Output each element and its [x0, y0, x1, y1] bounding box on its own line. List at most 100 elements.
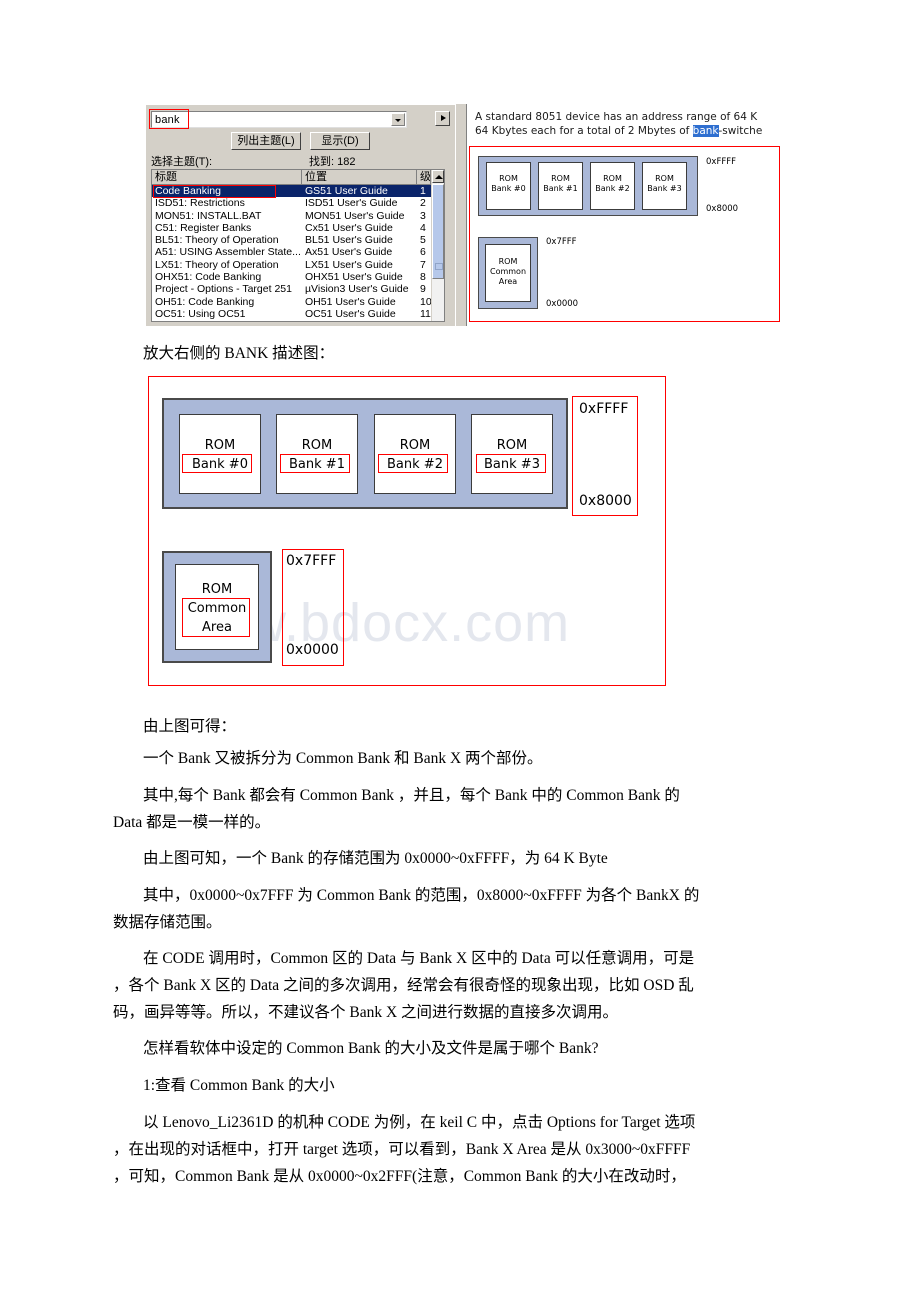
row-location: GS51 User Guide [305, 185, 388, 197]
row-location: OC51 User's Guide [305, 307, 396, 320]
select-topic-label: 选择主题(T): [151, 156, 213, 168]
display-label: 显示(D) [321, 135, 359, 147]
mini-rom-bank-3: ROM Bank #3 [642, 162, 687, 210]
mini-rom-bank-0: ROM Bank #0 [486, 162, 531, 210]
display-button[interactable]: 显示(D) [310, 132, 370, 150]
rom-bank-2-line1: ROM [399, 438, 431, 453]
rom-common: ROM Common Area [175, 564, 259, 650]
scroll-up-icon[interactable] [432, 170, 444, 183]
chevron-down-icon[interactable] [391, 113, 405, 126]
paragraph-3-line-1: 其中,每个 Bank 都会有 Common Bank ，并且，每个 Bank 中… [143, 787, 680, 804]
row-title: C51: Register Banks [155, 221, 252, 234]
scrollbar-thumb[interactable] [432, 184, 444, 279]
table-row[interactable]: OHX51: Code Banking OHX51 User's Guide 8 [152, 271, 444, 283]
address-top: 0xFFFF [579, 401, 629, 417]
keil-help-screenshot: bank 列出主题(L) 显示(D) 选择主题(T): 找到: 182 标题 位… [145, 104, 780, 326]
mini-address-common-bottom: 0x0000 [546, 299, 579, 309]
forward-arrow-button[interactable] [435, 111, 450, 126]
help-search-dialog: bank 列出主题(L) 显示(D) 选择主题(T): 找到: 182 标题 位… [145, 104, 455, 326]
paragraph-6-line-3: 码，画异等等。所以，不建议各个 Bank X 之间进行数据的直接多次调用。 [113, 1004, 619, 1021]
help-line-2-before: 64 Kbytes each for a total of 2 Mbytes o… [475, 125, 693, 137]
mini-rom-bank-2-line2: Bank #2 [595, 184, 630, 193]
row-location: ISD51 User's Guide [305, 197, 398, 210]
help-line-1: A standard 8051 device has an address ra… [475, 111, 758, 123]
rom-bank-0: ROM Bank #0 [179, 414, 261, 494]
row-location: OHX51 User's Guide [305, 271, 403, 284]
rom-bank-2-line2: Bank #2 [387, 457, 443, 472]
topics-list-scrollbar[interactable] [431, 170, 444, 321]
paragraph-5-line-2: 数据存储范围。 [113, 914, 222, 931]
mini-rom-common-line3: Area [498, 277, 518, 286]
row-title: Code Banking [155, 185, 221, 197]
mini-rom-bank-2-line1: ROM [603, 174, 622, 183]
table-row[interactable]: A51: USING Assembler State... Ax51 User's… [152, 246, 444, 258]
paragraph-5-line-1: 其中，0x0000~0x7FFF 为 Common Bank 的范围，0x800… [143, 887, 700, 904]
dialog-splitter[interactable] [455, 104, 467, 326]
row-location: MON51 User's Guide [305, 209, 405, 222]
topics-list-header: 标题 位置 级 [152, 170, 444, 185]
table-row[interactable]: OH51: Code Banking OH51 User's Guide 10 [152, 296, 444, 308]
column-header-rank[interactable]: 级 [417, 170, 431, 184]
mini-rom-bank-2: ROM Bank #2 [590, 162, 635, 210]
column-header-location[interactable]: 位置 [302, 170, 417, 184]
row-title: BL51: Theory of Operation [155, 234, 279, 247]
found-count-label: 找到: 182 [309, 156, 356, 168]
enlarged-bank-diagram: www.bdocx.com ROM Bank #0 ROM Bank #1 RO… [148, 376, 666, 686]
help-content-pane: A standard 8051 device has an address ra… [467, 104, 780, 326]
list-topics-button[interactable]: 列出主题(L) [231, 132, 301, 150]
scrollbar-grip-icon [435, 263, 443, 270]
row-title: OC51: Using OC51 [155, 307, 246, 320]
paragraph-3-line-2: Data 都是一模一样的。 [113, 814, 271, 831]
row-location: µVision3 User's Guide [305, 283, 409, 296]
rom-common-line1: ROM [201, 582, 233, 597]
rom-bank-3-line1: ROM [496, 438, 528, 453]
table-row[interactable]: C51: Register Banks Cx51 User's Guide 4 [152, 222, 444, 234]
paragraph-1: 由上图可得： [143, 718, 237, 735]
mini-rom-bank-1-line1: ROM [551, 174, 570, 183]
search-input[interactable]: bank [151, 111, 407, 128]
mini-rom-bank-1-line2: Bank #1 [543, 184, 578, 193]
mini-bank-diagram: ROM Bank #0 ROM Bank #1 ROM Bank #2 ROM … [469, 146, 780, 322]
topics-list[interactable]: 标题 位置 级 Code Banking GS51 User Guide 1 ISD5… [151, 169, 445, 322]
mini-rom-common-line1: ROM [498, 257, 518, 266]
table-row[interactable]: Code Banking GS51 User Guide 1 [152, 185, 444, 198]
rom-bank-1-line1: ROM [301, 438, 333, 453]
mini-address-mid: 0x8000 [706, 204, 739, 214]
table-row[interactable]: OC51: Using OC51 OC51 User's Guide 11 [152, 308, 444, 320]
address-common-bottom: 0x0000 [286, 642, 339, 658]
paragraph-6-line-2: ，各个 Bank X 区的 Data 之间的多次调用，经常会有很奇怪的现象出现，… [113, 977, 694, 994]
table-row[interactable]: Project - Options - Target 251 µVision3 U… [152, 283, 444, 295]
column-header-title[interactable]: 标题 [152, 170, 302, 184]
row-location: OH51 User's Guide [305, 295, 396, 308]
row-location: LX51 User's Guide [305, 258, 393, 271]
rom-common-line2: Common [187, 601, 247, 616]
rom-bank-0-line1: ROM [204, 438, 236, 453]
mini-rom-bank-1: ROM Bank #1 [538, 162, 583, 210]
rom-bank-3-line2: Bank #3 [484, 457, 540, 472]
row-title: Project - Options - Target 251 [155, 283, 292, 296]
rom-bank-2: ROM Bank #2 [374, 414, 456, 494]
topics-list-rows: Code Banking GS51 User Guide 1 ISD51: Restr… [152, 185, 444, 320]
paragraph-7: 怎样看软体中设定的 Common Bank 的大小及文件是属于哪个 Bank? [143, 1040, 599, 1057]
paragraph-6-line-1: 在 CODE 调用时，Common 区的 Data 与 Bank X 区中的 D… [143, 950, 695, 967]
mini-rom-bank-0-line1: ROM [499, 174, 518, 183]
list-topics-label: 列出主题(L) [237, 135, 295, 147]
mini-rom-common-line2: Common [489, 267, 527, 276]
paragraph-4: 由上图可知，一个 Bank 的存储范围为 0x0000~0xFFFF，为 64 … [143, 850, 608, 867]
paragraph-8: 1:查看 Common Bank 的大小 [143, 1077, 335, 1094]
address-common-top: 0x7FFF [286, 553, 337, 569]
table-row[interactable]: BL51: Theory of Operation BL51 User's Gui… [152, 234, 444, 246]
table-row[interactable]: LX51: Theory of Operation LX51 User's Gui… [152, 259, 444, 271]
mini-address-top: 0xFFFF [706, 157, 736, 167]
mini-rom-bank-3-line2: Bank #3 [647, 184, 682, 193]
paragraph-9-line-3: ，可知，Common Bank 是从 0x0000~0x2FFF(注意，Comm… [113, 1168, 686, 1185]
table-row[interactable]: MON51: INSTALL.BAT MON51 User's Guide 3 [152, 210, 444, 222]
mini-rom-bank-0-line2: Bank #0 [491, 184, 526, 193]
search-input-value: bank [155, 114, 180, 126]
mini-address-common-top: 0x7FFF [546, 237, 577, 247]
row-title: OHX51: Code Banking [155, 271, 262, 284]
rom-bank-0-line2: Bank #0 [192, 457, 248, 472]
table-row[interactable]: ISD51: Restrictions ISD51 User's Guide 2 [152, 197, 444, 209]
rom-bank-3: ROM Bank #3 [471, 414, 553, 494]
row-location: Ax51 User's Guide [305, 246, 393, 259]
